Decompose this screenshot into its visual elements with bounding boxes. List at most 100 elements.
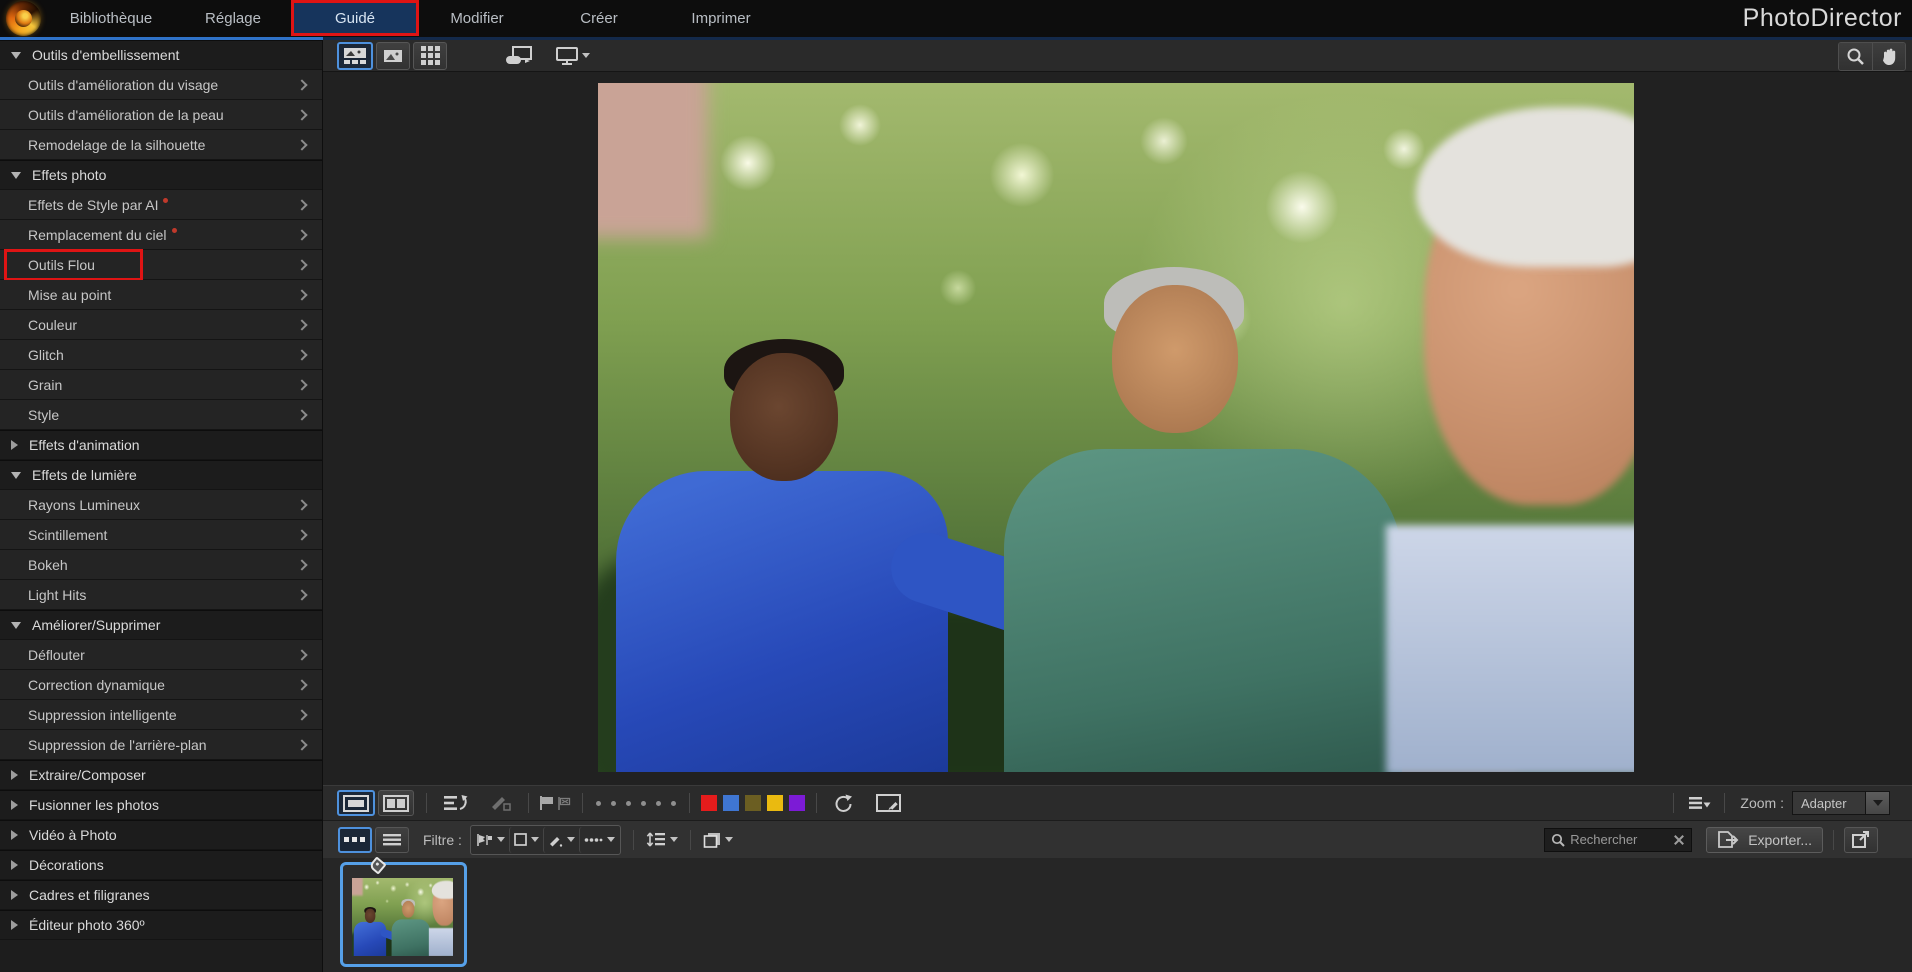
sidebar-item-rayons-lumineux[interactable]: Rayons Lumineux xyxy=(0,490,322,520)
split-view-button[interactable] xyxy=(378,790,414,816)
compare-view-button[interactable] xyxy=(501,42,537,70)
divider xyxy=(1833,830,1834,850)
sidebar-item-correction-dynamique[interactable]: Correction dynamique xyxy=(0,670,322,700)
sidebar-item-style[interactable]: Style xyxy=(0,400,322,430)
sidebar-item-scintillement[interactable]: Scintillement xyxy=(0,520,322,550)
adjustment-history-button[interactable] xyxy=(439,790,474,816)
expand-triangle-icon[interactable] xyxy=(11,890,18,900)
sidebar-item-label: Outils d'amélioration du visage xyxy=(28,77,218,93)
sidebar-item-extraire-composer[interactable]: Extraire/Composer xyxy=(0,760,322,790)
sidebar-item-glitch[interactable]: Glitch xyxy=(0,340,322,370)
tab-reglage[interactable]: Réglage xyxy=(172,3,294,33)
sidebar-item-bokeh[interactable]: Bokeh xyxy=(0,550,322,580)
sidebar-item-effets-de-style-par-ai[interactable]: Effets de Style par AI xyxy=(0,190,322,220)
viewer-only-button[interactable] xyxy=(376,42,410,70)
search-input[interactable] xyxy=(1570,832,1673,847)
sidebar-item-fusionner-les-photos[interactable]: Fusionner les photos xyxy=(0,790,322,820)
tab-imprimer[interactable]: Imprimer xyxy=(660,3,782,33)
filter-flags-button[interactable] xyxy=(472,827,509,853)
photo-thumbnail-selected[interactable] xyxy=(340,862,467,967)
edit-brush-button[interactable] xyxy=(484,790,518,816)
color-label-swatch-5[interactable] xyxy=(789,795,805,811)
sidebar-item-cadres-et-filigranes[interactable]: Cadres et filigranes xyxy=(0,880,322,910)
rating-dot[interactable] xyxy=(626,801,631,806)
sidebar-item-remplacement-du-ciel[interactable]: Remplacement du ciel xyxy=(0,220,322,250)
chevron-right-icon xyxy=(296,289,307,300)
flag-pick-icon[interactable] xyxy=(539,795,555,811)
sidebar-item-outils-flou[interactable]: Outils Flou xyxy=(0,250,322,280)
sidebar-item-outils-d-amelioration-de-la-peau[interactable]: Outils d'amélioration de la peau xyxy=(0,100,322,130)
browser-view-button[interactable] xyxy=(337,42,373,70)
expand-triangle-icon[interactable] xyxy=(11,440,18,450)
sidebar-item-effets-de-lumiere[interactable]: Effets de lumière xyxy=(0,460,322,490)
sidebar-item-remodelage-de-la-silhouette[interactable]: Remodelage de la silhouette xyxy=(0,130,322,160)
export-button[interactable]: Exporter... xyxy=(1706,827,1823,853)
sidebar-item-outils-d-amelioration-du-visage[interactable]: Outils d'amélioration du visage xyxy=(0,70,322,100)
sidebar-item-editeur-photo-360[interactable]: Éditeur photo 360º xyxy=(0,910,322,940)
sort-order-button[interactable] xyxy=(642,827,682,853)
tab-bibliotheque[interactable]: Bibliothèque xyxy=(50,3,172,33)
sidebar-item-light-hits[interactable]: Light Hits xyxy=(0,580,322,610)
sidebar-item-suppression-de-l-arriere-plan[interactable]: Suppression de l'arrière-plan xyxy=(0,730,322,760)
zoom-fit-dropdown[interactable]: Adapter xyxy=(1792,791,1890,815)
tab-guide[interactable]: Guidé xyxy=(294,3,416,33)
grid-view-button[interactable] xyxy=(413,42,447,70)
sidebar-item-deflouter[interactable]: Déflouter xyxy=(0,640,322,670)
tab-label: Imprimer xyxy=(691,10,750,27)
thumbnail-view-button[interactable] xyxy=(338,827,372,853)
sidebar-item-grain[interactable]: Grain xyxy=(0,370,322,400)
rating-dot[interactable] xyxy=(596,801,601,806)
tab-creer[interactable]: Créer xyxy=(538,3,660,33)
rating-dot[interactable] xyxy=(641,801,646,806)
expand-triangle-icon[interactable] xyxy=(11,920,18,930)
sidebar-item-outils-d-embellissement[interactable]: Outils d'embellissement xyxy=(0,40,322,70)
pan-hand-tool-button[interactable] xyxy=(1872,43,1905,70)
collapse-triangle-icon[interactable] xyxy=(11,172,21,179)
dual-monitor-button[interactable] xyxy=(552,42,594,70)
expand-triangle-icon[interactable] xyxy=(11,860,18,870)
expand-triangle-icon[interactable] xyxy=(11,800,18,810)
collapse-triangle-icon[interactable] xyxy=(11,472,21,479)
rating-dot[interactable] xyxy=(611,801,616,806)
sort-menu-button[interactable] xyxy=(1682,790,1716,816)
filmstrip xyxy=(323,858,1912,972)
app-title: PhotoDirector xyxy=(1743,4,1902,33)
sidebar-item-ameliorer-supprimer[interactable]: Améliorer/Supprimer xyxy=(0,610,322,640)
sidebar-item-mise-au-point[interactable]: Mise au point xyxy=(0,280,322,310)
chevron-down-icon xyxy=(607,837,615,842)
sidebar-item-effets-d-animation[interactable]: Effets d'animation xyxy=(0,430,322,460)
sidebar-item-video-a-photo[interactable]: Vidéo à Photo xyxy=(0,820,322,850)
cyberlink-logo-icon xyxy=(6,1,41,36)
crop-canvas-button[interactable] xyxy=(871,790,905,816)
sidebar-item-decorations[interactable]: Décorations xyxy=(0,850,322,880)
zoom-fit-value: Adapter xyxy=(1793,796,1865,811)
stack-photos-button[interactable] xyxy=(699,827,737,853)
sidebar-item-label: Outils Flou xyxy=(28,257,95,273)
clear-search-icon[interactable] xyxy=(1673,834,1685,846)
filter-rating-button[interactable] xyxy=(579,827,619,853)
color-label-swatch-2[interactable] xyxy=(723,795,739,811)
list-view-button[interactable] xyxy=(375,827,409,853)
open-new-window-button[interactable] xyxy=(1844,827,1878,853)
single-view-button[interactable] xyxy=(337,790,375,816)
flag-reject-icon[interactable] xyxy=(557,796,572,811)
expand-triangle-icon[interactable] xyxy=(11,770,18,780)
sidebar-item-couleur[interactable]: Couleur xyxy=(0,310,322,340)
divider xyxy=(816,793,817,813)
collapse-triangle-icon[interactable] xyxy=(11,622,21,629)
tab-modifier[interactable]: Modifier xyxy=(416,3,538,33)
color-label-swatch-4[interactable] xyxy=(767,795,783,811)
rating-dot[interactable] xyxy=(656,801,661,806)
color-label-swatch-3[interactable] xyxy=(745,795,761,811)
sidebar-item-suppression-intelligente[interactable]: Suppression intelligente xyxy=(0,700,322,730)
filter-color-label-button[interactable] xyxy=(509,827,543,853)
color-label-swatch-1[interactable] xyxy=(701,795,717,811)
expand-triangle-icon[interactable] xyxy=(11,830,18,840)
sidebar-item-effets-photo[interactable]: Effets photo xyxy=(0,160,322,190)
dropdown-arrow-button[interactable] xyxy=(1865,792,1889,814)
filter-edited-button[interactable] xyxy=(543,827,579,853)
collapse-triangle-icon[interactable] xyxy=(11,52,21,59)
rating-dot[interactable] xyxy=(671,801,676,806)
rotate-left-button[interactable] xyxy=(827,790,861,816)
zoom-tool-button[interactable] xyxy=(1839,43,1872,70)
